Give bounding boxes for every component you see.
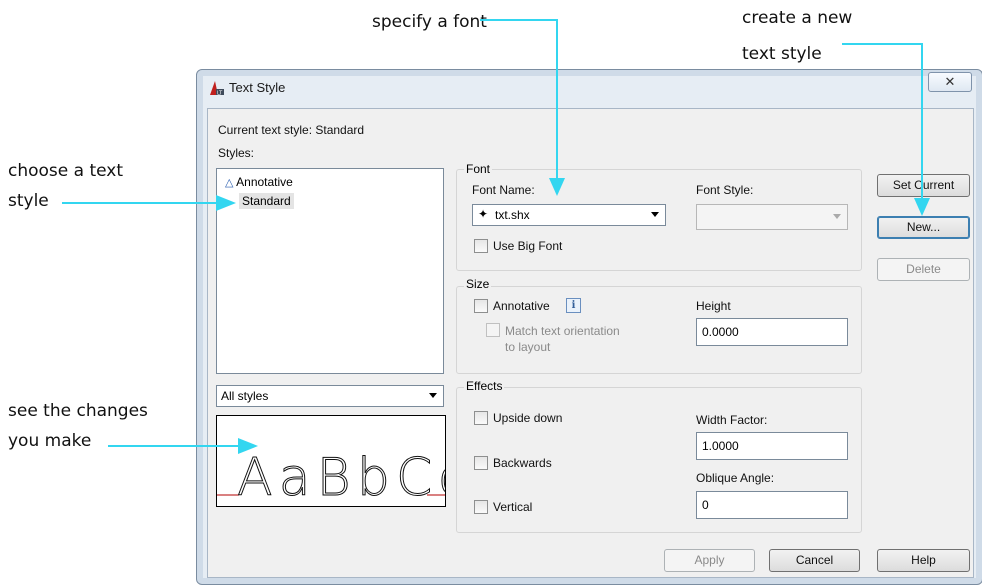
help-button[interactable]: Help — [877, 549, 970, 572]
vertical-label: Vertical — [493, 500, 533, 514]
size-group-label: Size — [464, 277, 492, 291]
style-item-annotative[interactable]: △ Annotative — [225, 175, 293, 189]
callout-create-new-line2: text style — [742, 44, 822, 64]
upside-down-checkbox[interactable] — [474, 411, 488, 425]
current-style-label: Current text style: Standard — [218, 123, 365, 137]
upside-down-label: Upside down — [493, 411, 563, 425]
backwards-checkbox[interactable] — [474, 456, 488, 470]
callout-create-new-line1: create a new — [742, 8, 853, 28]
callout-specify-font: specify a font — [372, 12, 487, 32]
text-style-app-icon: LT — [210, 81, 224, 96]
backwards-label: Backwards — [493, 456, 552, 470]
new-style-button[interactable]: New... — [877, 216, 970, 239]
height-label: Height — [696, 299, 731, 313]
callout-choose-style: choose a text style — [8, 157, 123, 215]
oblique-angle-input[interactable]: 0 — [696, 491, 848, 519]
chevron-down-icon — [833, 214, 841, 219]
preview-text: AaBbCc — [237, 448, 445, 506]
annotative-icon: △ — [225, 177, 234, 189]
chevron-down-icon — [429, 393, 437, 398]
styles-label: Styles: — [218, 146, 255, 160]
style-item-label: Annotative — [236, 175, 293, 189]
dialog-body: Current text style: Standard Styles: △ A… — [207, 108, 974, 578]
style-item-label: Standard — [242, 194, 291, 208]
width-factor-input[interactable]: 1.0000 — [696, 432, 848, 460]
callout-choose-line2: style — [8, 191, 49, 211]
annotative-label: Annotative — [493, 299, 550, 313]
font-style-select[interactable] — [696, 204, 848, 230]
callout-see-changes: see the changes you make — [8, 397, 148, 455]
callout-see-changes-line2: you make — [8, 431, 92, 451]
vertical-checkbox[interactable] — [474, 500, 488, 514]
match-orientation-line2: to layout — [505, 340, 551, 354]
preview-canvas: AaBbCc — [217, 448, 445, 506]
use-big-font-checkbox[interactable] — [474, 239, 488, 253]
callout-see-changes-line1: see the changes — [8, 401, 148, 421]
cancel-button[interactable]: Cancel — [769, 549, 860, 572]
style-filter-select[interactable]: All styles — [216, 385, 444, 407]
info-glyph: i — [571, 300, 576, 311]
shx-font-icon: ✦ — [478, 207, 489, 221]
font-name-select[interactable]: ✦ txt.shx — [472, 204, 666, 226]
callout-create-new-style: create a new text style — [742, 4, 852, 68]
style-filter-value: All styles — [221, 389, 269, 403]
font-name-label: Font Name: — [472, 183, 535, 197]
styles-list[interactable]: △ Annotative Standard — [216, 168, 444, 374]
chevron-down-icon — [651, 212, 659, 217]
close-icon: ✕ — [944, 74, 956, 89]
match-orientation-line1: Match text orientation — [505, 324, 620, 338]
callout-choose-line1: choose a text — [8, 161, 124, 181]
delete-button[interactable]: Delete — [877, 258, 970, 281]
style-item-standard[interactable]: Standard — [239, 193, 294, 209]
dialog-title: Text Style — [229, 80, 286, 95]
effects-group-label: Effects — [464, 379, 505, 393]
oblique-angle-value: 0 — [702, 498, 709, 512]
use-big-font-label: Use Big Font — [493, 239, 563, 253]
oblique-angle-label: Oblique Angle: — [696, 471, 775, 485]
height-input[interactable]: 0.0000 — [696, 318, 848, 346]
height-value: 0.0000 — [702, 325, 739, 339]
text-style-dialog: LT Text Style ✕ Current text style: Stan… — [196, 69, 982, 585]
font-name-value: txt.shx — [495, 208, 530, 222]
font-style-label: Font Style: — [696, 183, 754, 197]
width-factor-value: 1.0000 — [702, 439, 739, 453]
apply-button[interactable]: Apply — [664, 549, 755, 572]
match-orientation-label: Match text orientation to layout — [505, 323, 620, 355]
font-group-label: Font — [464, 162, 493, 176]
set-current-button[interactable]: Set Current — [877, 174, 970, 197]
preview-panel: AaBbCc — [216, 415, 446, 507]
match-orientation-checkbox[interactable] — [486, 323, 500, 337]
info-icon[interactable]: i — [566, 298, 581, 313]
width-factor-label: Width Factor: — [696, 413, 768, 427]
annotative-checkbox[interactable] — [474, 299, 488, 313]
close-button[interactable]: ✕ — [928, 72, 972, 92]
